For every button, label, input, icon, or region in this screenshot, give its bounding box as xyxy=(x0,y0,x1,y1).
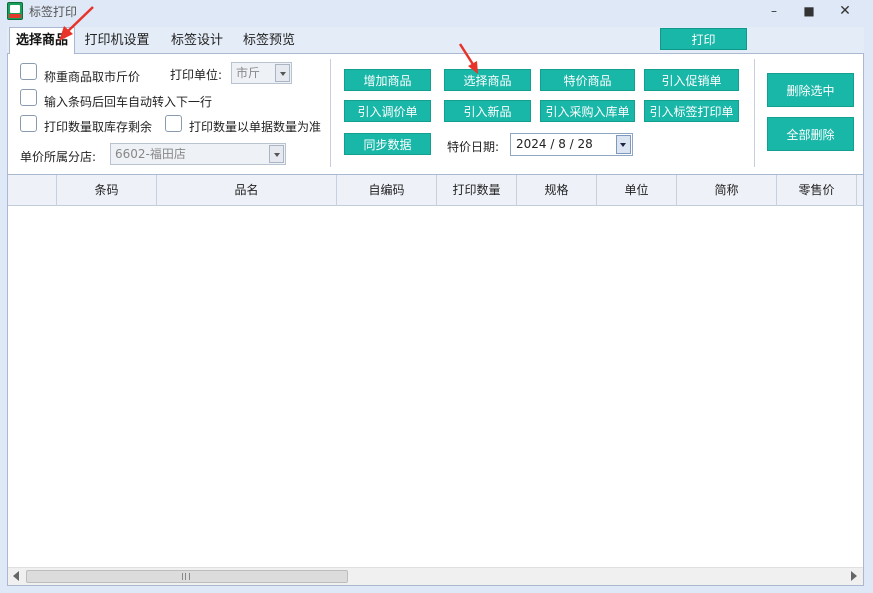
chevron-down-icon xyxy=(275,64,290,82)
stock-remaining-label: 打印数量取库存剩余 xyxy=(44,120,153,134)
column-header[interactable]: 品名 xyxy=(157,175,337,206)
table-header: 条码 品名 自编码 打印数量 规格 单位 简称 零售价 xyxy=(8,175,863,206)
special-goods-button[interactable]: 特价商品 xyxy=(540,69,635,91)
print-unit-label: 打印单位: xyxy=(170,68,223,82)
barcode-enter-checkbox[interactable] xyxy=(20,89,37,106)
horizontal-scrollbar[interactable] xyxy=(8,567,863,585)
special-date-value: 2024 / 8 / 28 xyxy=(516,137,593,151)
branch-label: 单价所属分店: xyxy=(20,150,97,164)
window-title: 标签打印 xyxy=(29,5,78,19)
column-header[interactable]: 条码 xyxy=(57,175,157,206)
print-unit-value: 市斤 xyxy=(236,66,261,80)
select-goods-button[interactable]: 选择商品 xyxy=(444,69,531,91)
chevron-down-icon xyxy=(269,145,284,163)
import-price-adjust-button[interactable]: 引入调价单 xyxy=(344,100,431,122)
import-purchase-button[interactable]: 引入采购入库单 xyxy=(540,100,635,122)
column-header[interactable]: 打印数量 xyxy=(437,175,517,206)
column-header[interactable]: 自编码 xyxy=(337,175,437,206)
import-promo-button[interactable]: 引入促销单 xyxy=(644,69,739,91)
special-date-label: 特价日期: xyxy=(447,140,500,154)
tab-select-goods[interactable]: 选择商品 xyxy=(9,27,75,54)
special-date-picker[interactable]: 2024 / 8 / 28 xyxy=(510,133,633,156)
weighted-price-checkbox[interactable] xyxy=(20,63,37,80)
barcode-enter-label: 输入条码后回车自动转入下一行 xyxy=(44,95,213,109)
print-button[interactable]: 打印 xyxy=(660,28,747,50)
stock-remaining-checkbox[interactable] xyxy=(20,115,37,132)
add-goods-button[interactable]: 增加商品 xyxy=(344,69,431,91)
column-header[interactable]: 零售价 xyxy=(777,175,857,206)
tab-label-preview[interactable]: 标签预览 xyxy=(233,28,305,53)
chevron-down-icon xyxy=(616,135,631,154)
import-label-print-button[interactable]: 引入标签打印单 xyxy=(644,100,739,122)
column-header[interactable]: 规格 xyxy=(517,175,597,206)
branch-value: 6602-福田店 xyxy=(115,147,186,161)
minimize-icon[interactable]: – xyxy=(765,3,783,19)
scroll-left-icon[interactable] xyxy=(13,571,19,581)
goods-table[interactable]: 条码 品名 自编码 打印数量 规格 单位 简称 零售价 xyxy=(7,174,864,586)
column-header[interactable]: 单位 xyxy=(597,175,677,206)
divider xyxy=(754,59,755,167)
import-new-button[interactable]: 引入新品 xyxy=(444,100,531,122)
weighted-price-label: 称重商品取市斤价 xyxy=(44,70,141,84)
column-header[interactable]: 简称 xyxy=(677,175,777,206)
branch-select[interactable]: 6602-福田店 xyxy=(110,143,286,165)
grip-icon xyxy=(182,573,190,580)
sync-data-button[interactable]: 同步数据 xyxy=(344,133,431,155)
doc-quantity-checkbox[interactable] xyxy=(165,115,182,132)
close-icon[interactable]: ✕ xyxy=(836,3,854,19)
app-logo-icon xyxy=(7,2,23,20)
divider xyxy=(330,59,331,167)
scroll-right-icon[interactable] xyxy=(851,571,857,581)
scroll-thumb[interactable] xyxy=(26,570,348,583)
tab-label-design[interactable]: 标签设计 xyxy=(161,28,233,53)
delete-all-button[interactable]: 全部删除 xyxy=(767,117,854,151)
title-bar: 标签打印 – ■ ✕ xyxy=(0,0,873,25)
row-selector-header[interactable] xyxy=(8,175,57,206)
maximize-icon[interactable]: ■ xyxy=(800,3,818,19)
tab-printer-settings[interactable]: 打印机设置 xyxy=(79,28,155,53)
print-unit-select[interactable]: 市斤 xyxy=(231,62,292,84)
doc-quantity-label: 打印数量以单据数量为准 xyxy=(189,120,322,134)
delete-selected-button[interactable]: 删除选中 xyxy=(767,73,854,107)
